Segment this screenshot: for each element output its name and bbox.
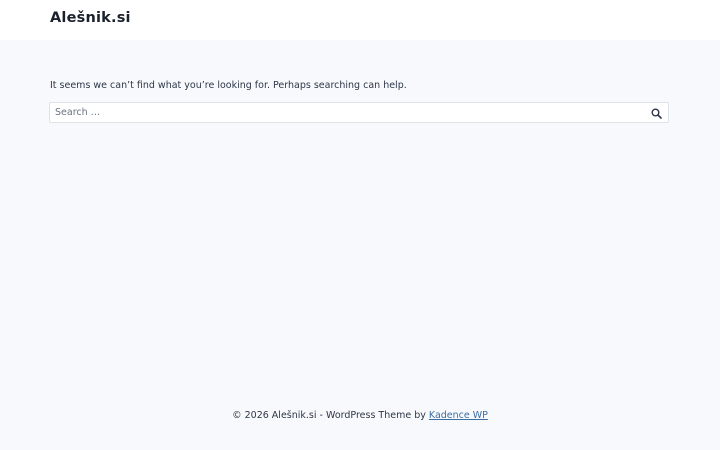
search-form (49, 102, 669, 123)
search-input[interactable] (50, 103, 640, 122)
site-title-link[interactable]: Alešnik.si (50, 10, 131, 26)
footer-copyright: © 2026 Alešnik.si - WordPress Theme by (232, 410, 429, 421)
kadence-wp-link[interactable]: Kadence WP (429, 410, 488, 421)
search-icon (651, 108, 662, 119)
main-content: It seems we can’t find what you’re looki… (0, 40, 720, 410)
site-header: Alešnik.si (0, 0, 720, 40)
not-found-message: It seems we can’t find what you’re looki… (50, 80, 407, 91)
search-submit-button[interactable] (648, 105, 664, 120)
site-footer: © 2026 Alešnik.si - WordPress Theme by K… (0, 410, 720, 430)
